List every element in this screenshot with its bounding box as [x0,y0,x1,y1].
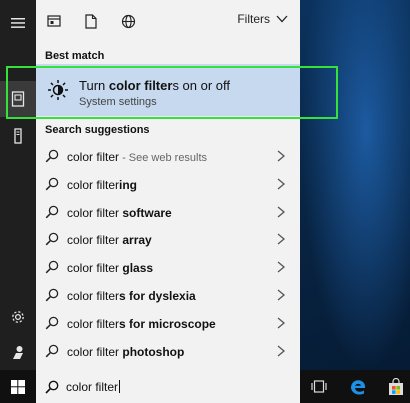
suggestion-text-part: software [122,205,172,220]
suggestion-text: color filter photoshop [67,345,184,359]
task-view-button[interactable] [308,370,330,403]
suggestion-text-part: color filter [67,261,123,276]
start-rail [0,0,36,370]
search-icon [45,288,59,302]
rail-user-button[interactable] [0,334,36,370]
web-filter-button[interactable] [117,10,139,32]
hamburger-menu-button[interactable] [0,5,36,41]
suggestion-item[interactable]: color filtering [36,170,300,198]
suggestion-text-part: color filter [67,205,123,220]
task-view-icon [311,380,327,393]
suggestion-text: color filter software [67,206,172,220]
taskbar: color filter [0,370,410,403]
search-icon [45,344,59,357]
suggestion-text-part: color filter [67,288,120,303]
search-icon [45,205,59,218]
search-query: color filter [66,380,119,394]
search-icon [45,233,59,246]
suggestion-text-part: ing [119,177,138,192]
chevron-right-icon[interactable] [276,206,286,218]
search-icon [45,316,59,330]
store-icon [389,377,403,395]
globe-icon [121,14,135,28]
rail-device-button[interactable] [0,118,36,154]
suggestion-text-part: color filter [67,150,120,164]
suggestion-item[interactable]: color filter photoshop [36,337,300,365]
suggestion-text-part: array [122,233,152,248]
suggestion-text-part: s for microscope [119,316,216,331]
highlight-box [6,66,338,119]
documents-filter-button[interactable] [80,10,102,32]
suggestion-item[interactable]: color filter glass [36,253,300,281]
text-caret [119,380,121,393]
suggestion-text: color filter glass [67,261,153,275]
suggestion-item[interactable]: color filters for dyslexia [36,281,300,309]
chevron-right-icon[interactable] [276,261,286,273]
tower-icon [14,128,22,144]
windows-logo-icon [11,379,25,394]
suggestion-text: color filter array [67,233,152,247]
suggestion-text-part: s for dyslexia [119,288,196,303]
taskbar-search-box[interactable]: color filter [36,370,300,403]
suggestion-item[interactable]: color filter array [36,225,300,253]
filters-label: Filters [237,12,270,26]
chevron-right-icon[interactable] [276,178,286,190]
document-icon [85,13,97,29]
search-input[interactable]: color filter [66,380,121,394]
chevron-right-icon[interactable] [276,233,286,245]
panel-toolbar: Filters [36,0,300,42]
suggestion-text: color filter - See web results [67,150,207,164]
start-button[interactable] [0,370,36,403]
best-match-heading: Best match [45,50,105,62]
suggestion-text-part: color filter [67,233,123,248]
search-icon [45,260,59,274]
filters-dropdown[interactable]: Filters [237,12,288,26]
suggestion-text-part: - See web results [119,152,208,164]
chevron-right-icon[interactable] [276,317,286,329]
suggestion-item[interactable]: color filter software [36,198,300,226]
suggestion-text-part: color filter [67,316,120,331]
chevron-down-icon [276,15,288,23]
chevron-right-icon[interactable] [276,289,286,301]
suggestion-text: color filtering [67,178,137,192]
suggestion-list: color filter - See web results color filt… [36,142,300,364]
search-icon [45,149,59,163]
suggestion-text: color filters for microscope [67,317,216,331]
search-suggestions-heading: Search suggestions [45,124,150,136]
suggestion-text-part: photoshop [122,344,185,359]
suggestion-text: color filters for dyslexia [67,289,196,303]
chevron-right-icon[interactable] [276,150,286,162]
search-icon [45,380,59,394]
suggestion-item[interactable]: color filter - See web results [36,142,300,170]
search-icon [45,177,59,191]
apps-icon [47,15,61,27]
chevron-right-icon[interactable] [276,345,286,357]
desktop-glow [300,0,410,370]
store-button[interactable] [384,370,408,403]
search-panel: Filters Best match Turn color filters on… [36,0,300,370]
edge-browser-button[interactable] [346,370,370,403]
rail-settings-button[interactable] [0,299,36,335]
suggestion-item[interactable]: color filters for microscope [36,309,300,337]
suggestion-text-part: color filter [67,177,120,192]
suggestion-text-part: color filter [67,344,123,359]
hamburger-icon [11,18,25,28]
suggestion-text-part: glass [122,261,154,276]
apps-filter-button[interactable] [43,10,65,32]
edge-icon [351,379,366,395]
settings-gear-icon [12,311,24,323]
person-icon [13,346,23,359]
